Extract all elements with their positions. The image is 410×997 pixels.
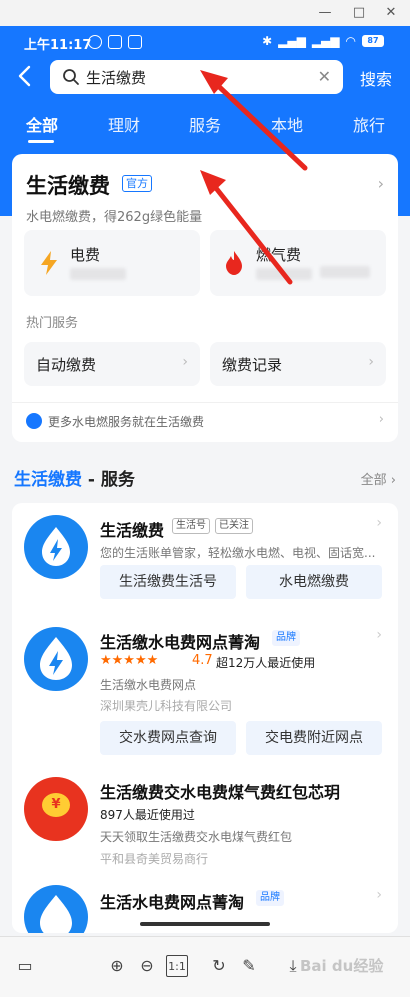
annotation-arrow [209, 180, 293, 285]
arrowhead-icon [200, 170, 226, 195]
annotation-arrow [209, 77, 308, 171]
annotation-overlay [200, 70, 308, 285]
